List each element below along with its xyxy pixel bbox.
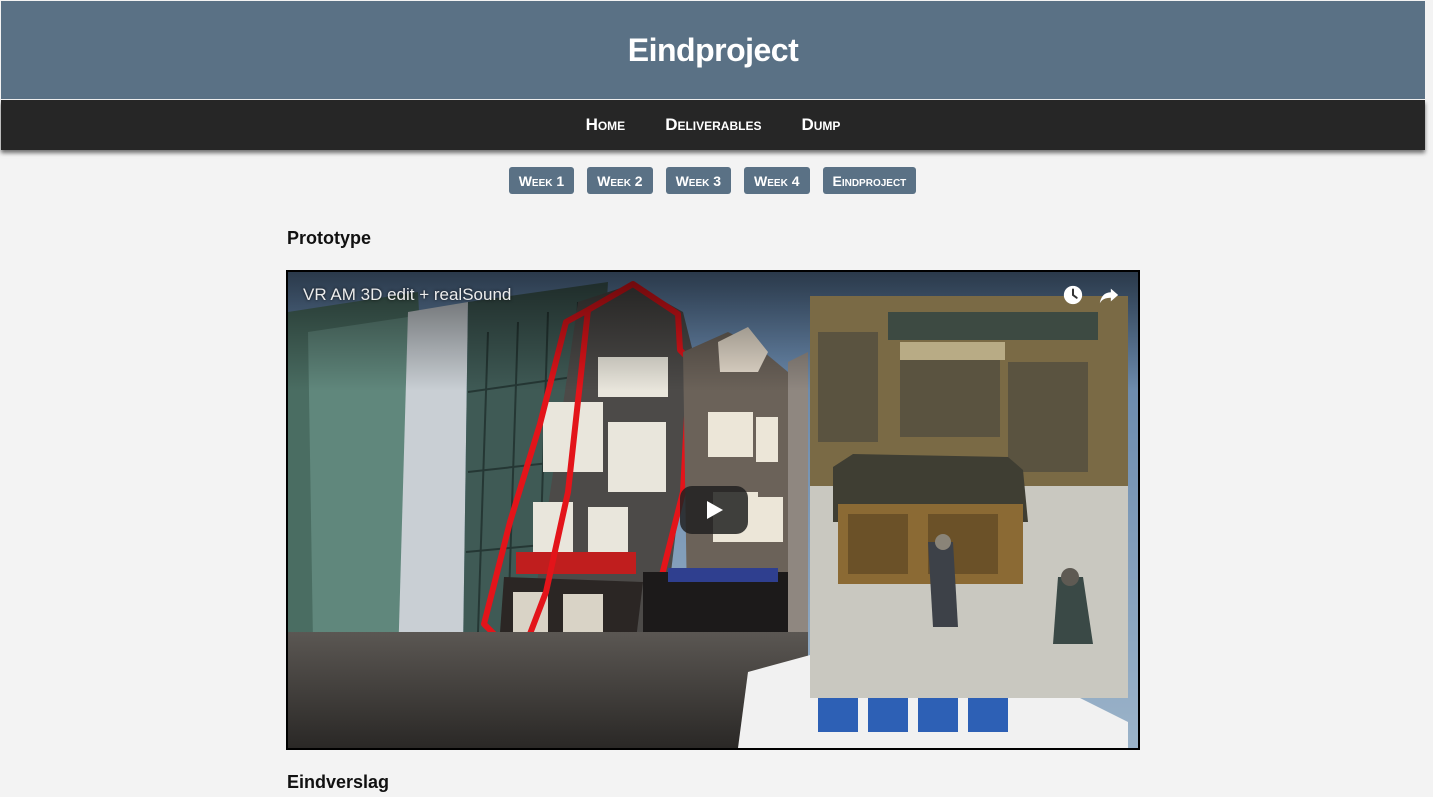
section-heading-eindverslag: Eindverslag <box>287 772 390 792</box>
video-player[interactable]: VR AM 3D edit + realSound <box>286 270 1140 750</box>
section-heading-prototype: Prototype <box>287 228 372 248</box>
nav-deliverables[interactable]: Deliverables <box>665 115 761 135</box>
watch-later-icon[interactable] <box>1062 284 1084 306</box>
content: Prototype <box>287 228 1140 249</box>
tab-week-2[interactable]: Week 2 <box>587 167 653 194</box>
page: Eindproject Home Deliverables Dump Week … <box>0 0 1433 797</box>
play-icon <box>707 501 723 519</box>
video-title[interactable]: VR AM 3D edit + realSound <box>303 285 511 305</box>
play-button[interactable] <box>680 486 748 534</box>
site-header: Eindproject <box>1 1 1425 99</box>
site-title: Eindproject <box>627 31 799 68</box>
tab-week-3[interactable]: Week 3 <box>665 167 732 194</box>
tab-week-1[interactable]: Week 1 <box>508 167 575 194</box>
nav-home[interactable]: Home <box>586 115 626 135</box>
video-tools <box>1062 284 1120 306</box>
share-icon[interactable] <box>1098 284 1120 306</box>
week-tabs: Week 1 Week 2 Week 3 Week 4 Eindproject <box>0 167 1425 194</box>
nav-dump[interactable]: Dump <box>801 115 840 135</box>
painting-overlay <box>810 296 1128 698</box>
main-nav: Home Deliverables Dump <box>1 100 1425 150</box>
tab-eindproject[interactable]: Eindproject <box>822 167 917 194</box>
tab-week-4[interactable]: Week 4 <box>744 167 810 194</box>
